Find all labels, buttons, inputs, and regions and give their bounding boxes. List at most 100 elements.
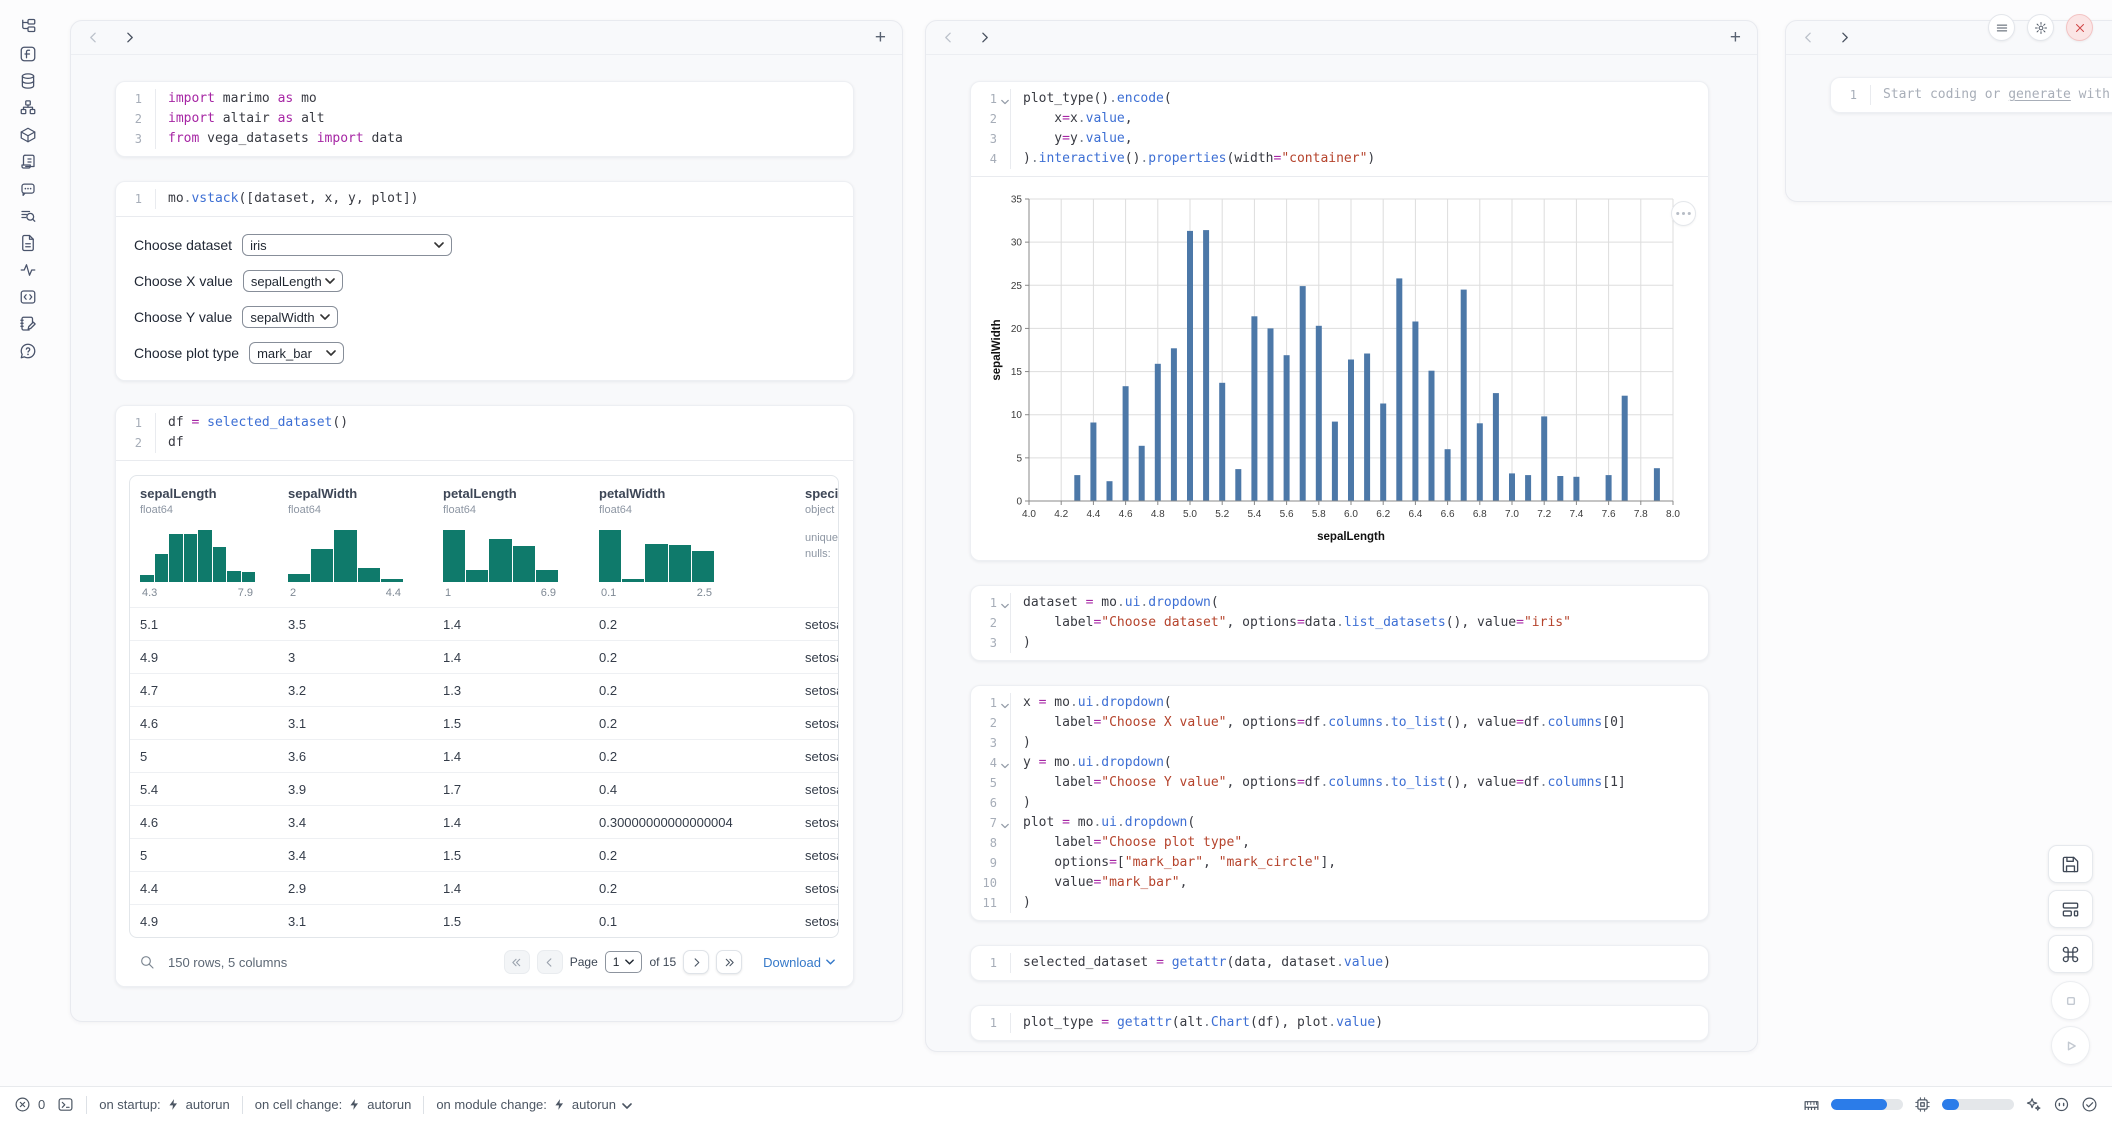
table-row[interactable]: 4.931.40.2setosa (130, 640, 838, 673)
scroll-left-button[interactable] (87, 31, 109, 44)
svg-text:10: 10 (1011, 410, 1023, 421)
table-row[interactable]: 5.13.51.40.2setosa (130, 607, 838, 640)
error-count[interactable]: 0 (14, 1096, 45, 1113)
menu-button[interactable] (1988, 14, 2015, 41)
add-cell-button[interactable]: + (875, 28, 886, 47)
sidebar-notebook-pen-button[interactable] (13, 313, 43, 335)
sidebar-help-button[interactable] (13, 340, 43, 362)
row-count-summary: 150 rows, 5 columns (168, 955, 287, 970)
code-line: 1selected_dataset = getattr(data, datase… (971, 953, 1708, 973)
page-select[interactable]: 1 (605, 951, 643, 973)
code-editor[interactable]: 1x = mo.ui.dropdown(2 label="Choose X va… (971, 686, 1708, 920)
code-editor[interactable]: 1dataset = mo.ui.dropdown(2 label="Choos… (971, 586, 1708, 660)
code-line: 4y = mo.ui.dropdown( (971, 753, 1708, 773)
runtime-config-2[interactable]: on module change: autorun (436, 1097, 632, 1112)
scroll-right-button[interactable] (978, 31, 1000, 44)
sidebar-package-button[interactable] (13, 124, 43, 146)
line-number: 1 (971, 953, 1011, 973)
add-cell-button[interactable]: + (1730, 28, 1741, 47)
text-search-icon (19, 207, 37, 225)
sidebar-function-square-button[interactable] (13, 43, 43, 65)
stop-button[interactable] (2051, 981, 2090, 1020)
search-icon[interactable] (139, 954, 155, 970)
sparkles-icon (2025, 1096, 2042, 1113)
sidebar-file-tree-button[interactable] (13, 16, 43, 38)
sidebar-scroll-button[interactable] (13, 151, 43, 173)
sidebar-dependency-graph-button[interactable] (13, 97, 43, 119)
table-column-header[interactable]: species objectunique:nulls: (795, 476, 839, 607)
memory-icon (1803, 1096, 1820, 1113)
sidebar-text-search-button[interactable] (13, 205, 43, 227)
choose-x-value-select[interactable]: sepalLength (243, 270, 343, 292)
status-bar: 0 on startup: autorun on cell change: au… (0, 1086, 2112, 1122)
table-row[interactable]: 53.61.40.2setosa (130, 739, 838, 772)
choose-plot-type-select[interactable]: mark_bar (249, 342, 344, 364)
table-column-header[interactable]: sepalWidth float6424.4 (278, 476, 433, 607)
run-button[interactable] (2051, 1026, 2090, 1065)
table-row[interactable]: 4.42.91.40.2setosa (130, 871, 838, 904)
scroll-right-button[interactable] (123, 31, 145, 44)
prev-page-button[interactable] (537, 950, 563, 974)
activity-icon (19, 261, 37, 279)
cell-scratch: 1 Start coding or generate with (1830, 77, 2112, 113)
table-column-header[interactable]: sepalLength float644.37.9 (130, 476, 278, 607)
code-editor[interactable]: 1plot_type = getattr(alt.Chart(df), plot… (971, 1006, 1708, 1040)
layout-button[interactable] (2048, 890, 2093, 928)
code-editor[interactable]: 1mo.vstack([dataset, x, y, plot]) (116, 182, 853, 216)
runtime-config-1[interactable]: on cell change: autorun (255, 1097, 412, 1112)
settings-button[interactable] (2027, 14, 2054, 41)
close-button[interactable] (2066, 14, 2093, 41)
scroll-left-button[interactable] (1802, 31, 1824, 44)
line-number: 2 (116, 109, 156, 129)
sidebar-activity-button[interactable] (13, 259, 43, 281)
dropdown-label: Choose dataset (134, 237, 232, 253)
sidebar-database-button[interactable] (13, 70, 43, 92)
code-editor[interactable]: 1 Start coding or generate with (1831, 78, 2112, 112)
choose-dataset-select[interactable]: iris (242, 234, 452, 256)
scroll-right-button[interactable] (1838, 31, 1860, 44)
code-editor[interactable]: 1plot_type().encode(2 x=x.value,3 y=y.va… (971, 82, 1708, 176)
terminal-button[interactable] (57, 1096, 74, 1113)
download-button[interactable]: Download (763, 955, 835, 970)
table-row[interactable]: 53.41.50.2setosa (130, 838, 838, 871)
table-row[interactable]: 4.73.21.30.2setosa (130, 673, 838, 706)
histogram-range: 0.12.5 (599, 587, 714, 599)
chart-actions-button[interactable] (1671, 201, 1696, 226)
sidebar-document-button[interactable] (13, 232, 43, 254)
code-line: 6) (971, 793, 1708, 813)
next-page-button[interactable] (683, 950, 709, 974)
first-page-button[interactable] (504, 950, 530, 974)
package-icon (19, 126, 37, 144)
scroll-left-button[interactable] (942, 31, 964, 44)
table-row[interactable]: 5.43.91.70.4setosa (130, 772, 838, 805)
check-circle-button[interactable] (2081, 1096, 2098, 1113)
svg-text:4.6: 4.6 (1119, 509, 1133, 520)
sparkles-button[interactable] (2025, 1096, 2042, 1113)
table-row[interactable]: 4.93.11.50.1setosa (130, 904, 838, 937)
copilot-button[interactable] (2053, 1096, 2070, 1113)
line-number: 6 (971, 793, 1011, 813)
code-editor[interactable]: 1import marimo as mo2import altair as al… (116, 82, 853, 156)
table-column-header[interactable]: petalLength float6416.9 (433, 476, 589, 607)
runtime-config-0[interactable]: on startup: autorun (99, 1097, 230, 1112)
svg-text:4.8: 4.8 (1151, 509, 1165, 520)
choose-y-value-select[interactable]: sepalWidth (242, 306, 338, 328)
code-editor[interactable]: 1selected_dataset = getattr(data, datase… (971, 946, 1708, 980)
bolt-icon (553, 1098, 566, 1111)
sidebar-snippet-button[interactable] (13, 286, 43, 308)
last-page-button[interactable] (716, 950, 742, 974)
svg-text:8.0: 8.0 (1666, 509, 1680, 520)
svg-text:5.2: 5.2 (1215, 509, 1229, 520)
command-palette-button[interactable] (2048, 935, 2093, 973)
line-number: 1 (971, 693, 1011, 713)
runtime-config-value: autorun (186, 1097, 230, 1112)
altair-bar-chart[interactable]: 4.04.24.44.64.85.05.25.45.65.86.06.26.46… (989, 191, 1681, 547)
table-column-header[interactable]: petalWidth float640.12.5 (589, 476, 795, 607)
cell-plot: 1plot_type().encode(2 x=x.value,3 y=y.va… (970, 81, 1709, 561)
code-editor[interactable]: 1df = selected_dataset()2df (116, 406, 853, 460)
save-button[interactable] (2048, 845, 2093, 883)
table-row[interactable]: 4.63.11.50.2setosa (130, 706, 838, 739)
table-row[interactable]: 4.63.41.40.30000000000000004setosa (130, 805, 838, 838)
cpu-icon (1914, 1096, 1931, 1113)
sidebar-chat-bot-button[interactable] (13, 178, 43, 200)
